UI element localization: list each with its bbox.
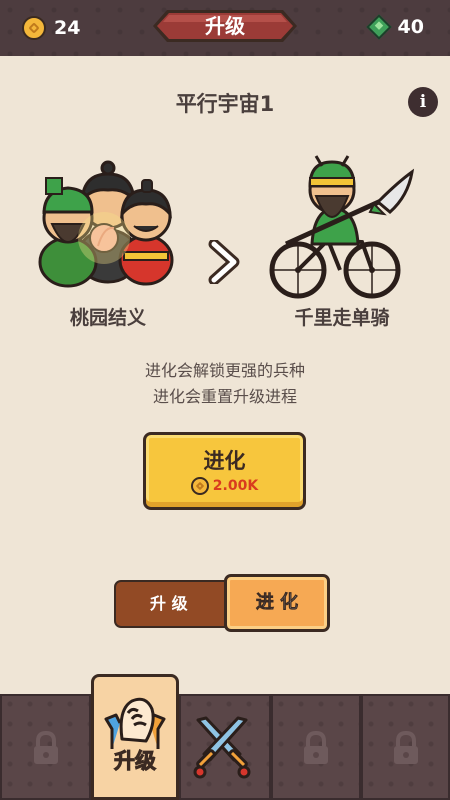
fist-icon [104,697,166,749]
coin-icon [190,477,209,495]
lock-icon [304,730,328,764]
tab-upgrade[interactable]: 升级 [91,674,179,800]
gem-counter: 40 [365,14,424,40]
gem-icon [365,14,392,40]
universe-title: 平行宇宙1 [175,92,275,116]
tab-upgrade-label: 升级 [114,749,157,774]
lock-icon [393,730,418,764]
evolve-cost-value: 2.00K [212,478,259,494]
evolve-button-label: 进化 [203,449,246,473]
solo-ride-illustration [269,155,415,299]
chevron-right-icon [208,240,240,284]
evolve-cost: 2.00K [146,477,303,495]
coin-count: 24 [54,17,81,39]
peach-garden-oath-illustration [38,160,174,288]
current-stage-name: 桃园结义 [69,307,146,329]
description-line-2: 进化会重置升级进程 [152,387,297,406]
page-title: 升级 [205,14,245,38]
toggle-evolve[interactable]: 进 化 [224,574,330,632]
coin-icon [22,16,46,40]
coin-counter: 24 [22,16,80,40]
tab-locked-1[interactable] [0,694,91,800]
next-stage-name: 千里走单骑 [294,307,390,329]
gem-count: 40 [397,16,424,38]
lock-icon [33,730,58,764]
tab-locked-3[interactable] [361,694,450,800]
evolve-button[interactable]: 进化 2.00K [143,432,306,510]
crossed-swords-icon [193,716,251,779]
toggle-upgrade[interactable]: 升 级 [114,580,236,628]
tab-locked-2[interactable] [271,694,361,800]
info-button[interactable]: i [408,87,438,117]
description-line-1: 进化会解锁更强的兵种 [144,361,305,380]
